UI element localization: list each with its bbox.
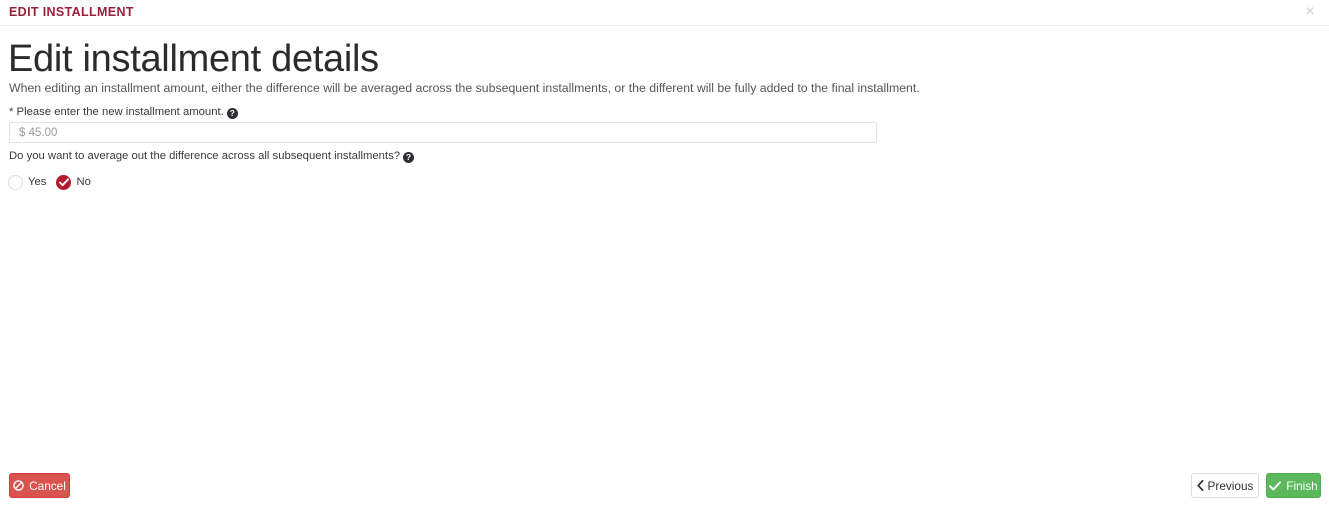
modal-body: Edit installment details When editing an… (0, 26, 1329, 461)
modal-header-title: EDIT INSTALLMENT (9, 5, 134, 19)
close-icon[interactable]: × (1301, 3, 1319, 21)
previous-button[interactable]: Previous (1191, 473, 1259, 498)
finish-button[interactable]: Finish (1266, 473, 1321, 498)
cancel-button-label: Cancel (29, 478, 66, 493)
average-radio-group: Yes No (8, 173, 101, 191)
amount-field-label: * Please enter the new installment amoun… (9, 105, 238, 119)
check-icon (1269, 480, 1282, 491)
cancel-button[interactable]: Cancel (9, 473, 70, 498)
average-question-text: Do you want to average out the differenc… (9, 150, 401, 162)
page-title: Edit installment details (8, 38, 379, 80)
radio-checked-icon[interactable] (56, 174, 72, 190)
chevron-left-icon (1196, 480, 1204, 491)
modal-header: EDIT INSTALLMENT × (0, 0, 1329, 26)
radio-option-no[interactable]: No (56, 174, 91, 190)
finish-button-label: Finish (1286, 478, 1318, 493)
amount-field-label-text: * Please enter the new installment amoun… (9, 106, 224, 118)
radio-option-yes-label: Yes (28, 176, 47, 188)
radio-unchecked-icon[interactable] (8, 174, 23, 190)
average-question-label: Do you want to average out the differenc… (9, 149, 415, 163)
modal-footer: Cancel Previous Finish (0, 461, 1329, 505)
help-icon[interactable]: ? (226, 108, 238, 119)
help-icon[interactable]: ? (403, 152, 415, 163)
installment-amount-input[interactable] (9, 122, 877, 143)
previous-button-label: Previous (1207, 478, 1254, 493)
page-description: When editing an installment amount, eith… (9, 81, 920, 95)
ban-icon (13, 480, 24, 491)
radio-option-no-label: No (76, 176, 91, 188)
radio-option-yes[interactable]: Yes (8, 174, 47, 190)
